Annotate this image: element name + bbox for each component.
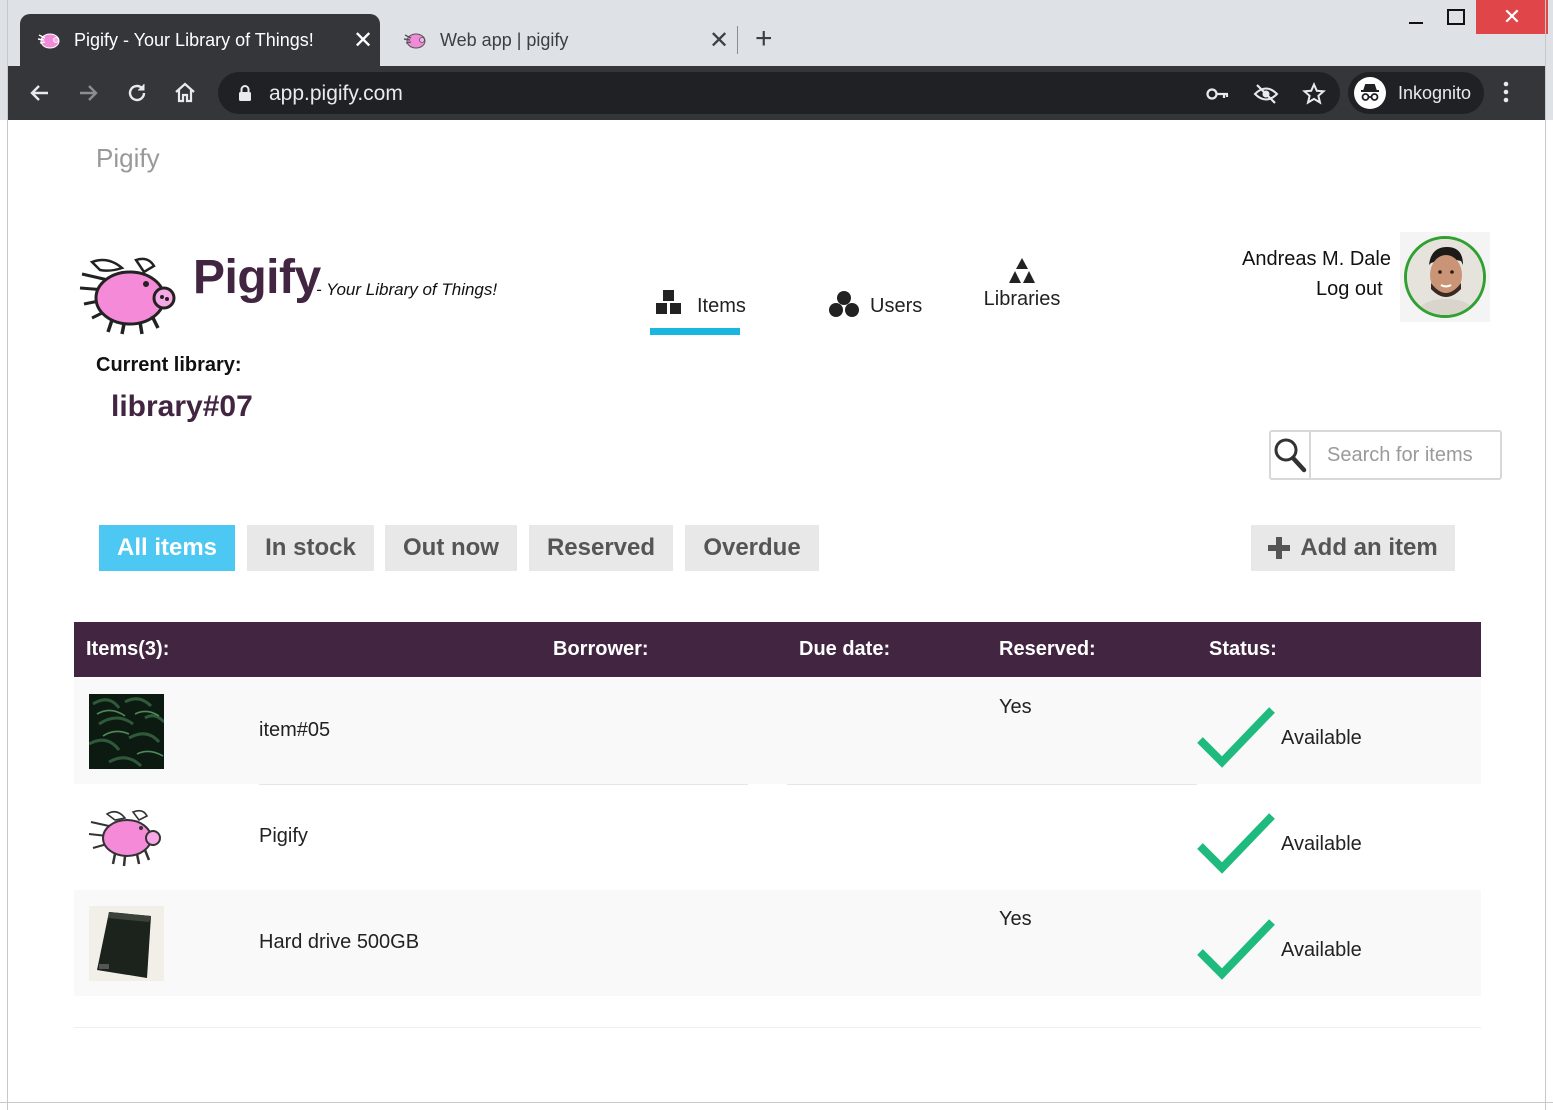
filter-out-now[interactable]: Out now	[385, 525, 517, 571]
close-tab-icon[interactable]: ✕	[702, 26, 736, 55]
forward-arrow-icon[interactable]	[68, 74, 108, 112]
filter-overdue[interactable]: Overdue	[685, 525, 819, 571]
browser-menu-icon[interactable]	[1502, 80, 1510, 109]
table-row[interactable]: Hard drive 500GB Yes Available	[74, 890, 1481, 996]
item-status: Available	[1281, 727, 1362, 749]
user-name: Andreas M. Dale	[1242, 248, 1391, 270]
lock-icon	[239, 85, 251, 101]
item-thumbnail-pigify-logo	[89, 800, 164, 875]
item-name[interactable]: item#05	[259, 719, 330, 742]
reload-icon[interactable]	[117, 74, 157, 112]
boxes-icon	[656, 290, 681, 314]
browser-toolbar: app.pigify.com Inkognito	[8, 66, 1545, 120]
tab-web-app[interactable]: Web app | pigify ✕	[386, 14, 736, 66]
window-border-bottom	[0, 1102, 1553, 1103]
nav-users[interactable]: Users	[828, 258, 922, 318]
logo-title: Pigify	[193, 251, 321, 304]
pig-favicon-icon	[403, 33, 426, 49]
checkmark-icon	[1197, 707, 1275, 768]
flying-pig-logo-icon	[79, 257, 176, 335]
search-icon[interactable]	[1271, 432, 1311, 478]
tab-separator	[737, 26, 738, 54]
incognito-profile-button[interactable]: Inkognito	[1348, 72, 1484, 114]
checkmark-icon	[1197, 813, 1275, 874]
nav-users-label: Users	[870, 295, 923, 317]
new-tab-plus-icon[interactable]: +	[755, 22, 773, 56]
add-item-button[interactable]: Add an item	[1251, 525, 1455, 571]
nav-items-label: Items	[697, 295, 746, 317]
incognito-icon	[1354, 77, 1386, 109]
back-arrow-icon[interactable]	[20, 74, 60, 112]
item-reserved: Yes	[999, 908, 1032, 930]
browser-chrome: Pigify - Your Library of Things! ✕ Web a…	[0, 0, 1553, 120]
search-input[interactable]	[1313, 432, 1499, 478]
header-items: Items(3):	[86, 638, 170, 660]
table-row[interactable]: Pigify Available	[74, 784, 1481, 890]
nav-libraries-label: Libraries	[983, 288, 1061, 310]
avatar[interactable]	[1400, 232, 1490, 322]
items-table: Items(3): Borrower: Due date: Reserved: …	[74, 622, 1481, 1028]
item-status: Available	[1281, 833, 1362, 855]
brand-navbar-title[interactable]: Pigify	[96, 143, 160, 174]
filter-all-items[interactable]: All items	[99, 525, 235, 571]
item-thumbnail-dark-leaves	[89, 694, 164, 769]
profile-label: Inkognito	[1398, 82, 1472, 103]
tab-pigify[interactable]: Pigify - Your Library of Things! ✕	[20, 14, 380, 66]
header-reserved: Reserved:	[999, 638, 1096, 660]
address-bar[interactable]: app.pigify.com	[218, 72, 1340, 114]
window-border-right	[1545, 0, 1546, 1110]
logo-tagline: - Your Library of Things!	[316, 280, 498, 299]
checkmark-icon	[1197, 919, 1275, 980]
item-reserved: Yes	[999, 696, 1032, 718]
window-border-left	[7, 0, 8, 1110]
item-name[interactable]: Hard drive 500GB	[259, 931, 419, 954]
key-icon[interactable]	[1203, 80, 1233, 108]
maximize-icon[interactable]	[1436, 0, 1476, 34]
bookmark-star-icon[interactable]	[1299, 80, 1329, 108]
header-due-date: Due date:	[799, 638, 891, 660]
url-text: app.pigify.com	[269, 82, 403, 105]
add-item-label: Add an item	[1300, 534, 1438, 561]
user-photo	[1404, 236, 1486, 318]
tracking-eye-off-icon[interactable]	[1251, 80, 1281, 108]
users-circles-icon	[829, 291, 859, 317]
nav-items[interactable]: Items	[655, 258, 746, 318]
pig-favicon-icon	[37, 33, 60, 49]
current-library-label: Current library:	[96, 354, 242, 376]
logout-link[interactable]: Log out	[1316, 278, 1383, 301]
current-library-name[interactable]: library#07	[111, 390, 253, 424]
nav-libraries[interactable]: Libraries	[980, 258, 1064, 318]
tab-title: Pigify - Your Library of Things!	[74, 29, 314, 50]
libraries-triangles-icon	[1009, 258, 1035, 283]
home-icon[interactable]	[165, 74, 205, 112]
table-row[interactable]: item#05 Yes Available	[74, 678, 1481, 784]
active-nav-indicator	[650, 328, 740, 335]
tab-title: Web app | pigify	[440, 29, 569, 50]
header-status: Status:	[1209, 638, 1277, 660]
header-borrower: Borrower:	[553, 638, 649, 660]
item-name[interactable]: Pigify	[259, 825, 308, 848]
item-search	[1269, 430, 1502, 480]
close-tab-icon[interactable]: ✕	[346, 26, 380, 55]
minimize-icon[interactable]	[1396, 0, 1436, 34]
filter-in-stock[interactable]: In stock	[247, 525, 374, 571]
item-status: Available	[1281, 939, 1362, 961]
plus-icon	[1268, 537, 1291, 559]
filter-reserved[interactable]: Reserved	[529, 525, 673, 571]
table-header: Items(3): Borrower: Due date: Reserved: …	[74, 622, 1481, 677]
item-thumbnail-hard-drive	[89, 906, 164, 981]
window-close-icon[interactable]: ✕	[1476, 0, 1548, 34]
